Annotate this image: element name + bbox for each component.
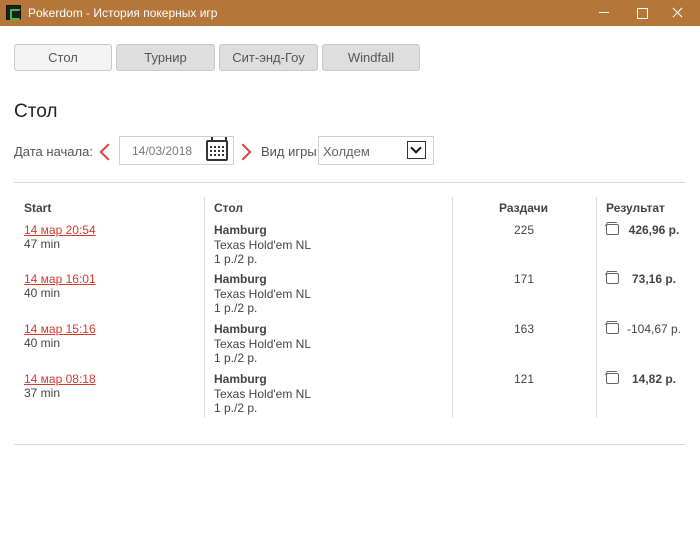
wallet-icon <box>606 273 619 284</box>
chevron-right-icon[interactable] <box>238 142 252 162</box>
session-duration: 47 min <box>24 237 61 251</box>
table-name: Hamburg <box>214 223 267 237</box>
wallet-icon <box>606 323 619 334</box>
title-bar: Pokerdom - История покерных игр <box>0 0 700 26</box>
session-result: 73,16 р. <box>631 272 677 286</box>
pokerdom-logo-icon <box>6 5 21 20</box>
session-start-link[interactable]: 14 мар 15:16 <box>24 322 96 336</box>
divider-top <box>14 182 685 183</box>
header-table: Стол <box>214 201 244 215</box>
chevron-down-icon[interactable] <box>407 141 426 159</box>
table-row: 14 мар 16:01 40 min Hamburg Texas Hold'e… <box>0 272 700 322</box>
header-start: Start <box>24 201 52 215</box>
session-duration: 40 min <box>24 336 61 350</box>
game-name: Texas Hold'em NL <box>214 387 311 401</box>
session-duration: 37 min <box>24 386 61 400</box>
table-name: Hamburg <box>214 272 267 286</box>
game-name: Texas Hold'em NL <box>214 238 311 252</box>
table-name: Hamburg <box>214 322 267 336</box>
game-name: Texas Hold'em NL <box>214 337 311 351</box>
session-start-link[interactable]: 14 мар 20:54 <box>24 223 96 237</box>
table-row: 14 мар 08:18 37 min Hamburg Texas Hold'e… <box>0 372 700 422</box>
hands-count: 121 <box>513 372 535 386</box>
chevron-left-icon[interactable] <box>97 142 111 162</box>
session-start-link[interactable]: 14 мар 16:01 <box>24 272 96 286</box>
table-row: 14 мар 20:54 47 min Hamburg Texas Hold'e… <box>0 223 700 273</box>
wallet-icon <box>606 224 619 235</box>
hands-count: 171 <box>513 272 535 286</box>
stakes: 1 р./2 р. <box>214 351 258 365</box>
tab-windfall[interactable]: Windfall <box>322 44 420 71</box>
stakes: 1 р./2 р. <box>214 401 258 415</box>
close-icon[interactable] <box>654 0 700 26</box>
session-result: -104,67 р. <box>626 322 682 336</box>
divider-bottom <box>14 444 685 445</box>
session-result: 426,96 р. <box>628 223 680 237</box>
game-type-select[interactable]: Холдем <box>318 136 434 165</box>
session-start-link[interactable]: 14 мар 08:18 <box>24 372 96 386</box>
calendar-icon[interactable] <box>206 137 228 161</box>
table-name: Hamburg <box>214 372 267 386</box>
stakes: 1 р./2 р. <box>214 252 258 266</box>
window-title: Pokerdom - История покерных игр <box>28 6 218 20</box>
tab-tournament[interactable]: Турнир <box>116 44 215 71</box>
header-hands: Раздачи <box>499 201 548 215</box>
start-date-label: Дата начала: <box>14 144 93 159</box>
stakes: 1 р./2 р. <box>214 301 258 315</box>
session-result: 14,82 р. <box>631 372 677 386</box>
game-name: Texas Hold'em NL <box>214 287 311 301</box>
wallet-icon <box>606 373 619 384</box>
table-row: 14 мар 15:16 40 min Hamburg Texas Hold'e… <box>0 322 700 372</box>
hands-count: 225 <box>513 223 535 237</box>
tab-sit-and-go[interactable]: Сит-энд-Гоу <box>219 44 318 71</box>
page-title: Стол <box>14 101 58 122</box>
game-type-value: Холдем <box>323 144 370 159</box>
tab-table[interactable]: Стол <box>14 44 112 71</box>
hands-count: 163 <box>513 322 535 336</box>
session-duration: 40 min <box>24 286 61 300</box>
game-type-label: Вид игры: <box>261 144 321 159</box>
header-result: Результат <box>606 201 665 215</box>
